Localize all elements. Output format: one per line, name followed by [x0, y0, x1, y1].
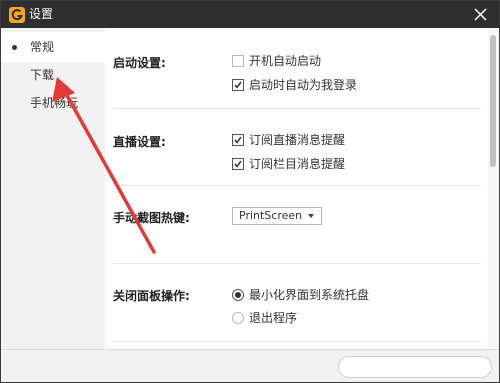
app-logo-icon	[9, 7, 25, 23]
screenshot-hotkey-title: 手动截图热键:	[113, 211, 190, 225]
section-divider	[113, 263, 481, 264]
sidebar-item-mobile-play[interactable]: 手机畅玩	[1, 88, 105, 118]
auto-login-checkbox[interactable]	[232, 79, 244, 91]
sidebar-item-label: 下载	[30, 68, 55, 82]
close-panel-title: 关闭面板操作:	[113, 289, 190, 303]
startup-section-title: 启动设置:	[113, 56, 166, 70]
sidebar-item-label: 常规	[30, 40, 55, 54]
section-divider	[113, 341, 481, 342]
auto-start-label: 开机自动启动	[249, 54, 322, 68]
column-reminder-checkbox[interactable]	[232, 158, 244, 170]
screenshot-hotkey-select[interactable]: PrintScreen	[232, 207, 322, 225]
check-icon	[234, 136, 242, 144]
check-icon	[234, 160, 242, 168]
active-bullet-icon	[12, 45, 17, 50]
close-icon[interactable]	[474, 8, 487, 21]
section-divider	[113, 185, 481, 186]
settings-footer	[1, 349, 499, 382]
screenshot-hotkey-value: PrintScreen	[239, 209, 303, 222]
settings-sidebar: 常规 下载 手机畅玩	[1, 28, 105, 349]
exit-program-radio[interactable]	[232, 312, 244, 324]
settings-window: 设置 常规 下载 手机畅玩 启动设置: 开机自动启动 启动时自动为我登录 直播设…	[0, 0, 500, 383]
title-bar: 设置	[1, 1, 499, 28]
auto-login-label: 启动时自动为我登录	[249, 78, 358, 92]
sidebar-item-download[interactable]: 下载	[1, 60, 105, 90]
sidebar-item-label: 手机畅玩	[30, 96, 79, 110]
live-section-title: 直播设置:	[113, 135, 166, 149]
column-reminder-label: 订阅栏目消息提醒	[249, 157, 346, 171]
live-reminder-label: 订阅直播消息提醒	[249, 133, 346, 147]
check-icon	[234, 81, 242, 89]
auto-start-checkbox[interactable]	[232, 55, 244, 67]
window-title: 设置	[29, 7, 54, 21]
minimize-to-tray-label: 最小化界面到系统托盘	[249, 288, 370, 302]
footer-button[interactable]	[338, 356, 492, 378]
exit-program-label: 退出程序	[249, 311, 298, 325]
live-reminder-checkbox[interactable]	[232, 134, 244, 146]
sidebar-item-general[interactable]: 常规	[1, 32, 105, 62]
chevron-down-icon	[308, 214, 314, 218]
scrollbar-thumb[interactable]	[490, 35, 496, 167]
minimize-to-tray-radio[interactable]	[232, 289, 244, 301]
settings-content: 启动设置: 开机自动启动 启动时自动为我登录 直播设置: 订阅直播消息提醒 订阅…	[105, 28, 487, 349]
section-divider	[113, 108, 481, 109]
